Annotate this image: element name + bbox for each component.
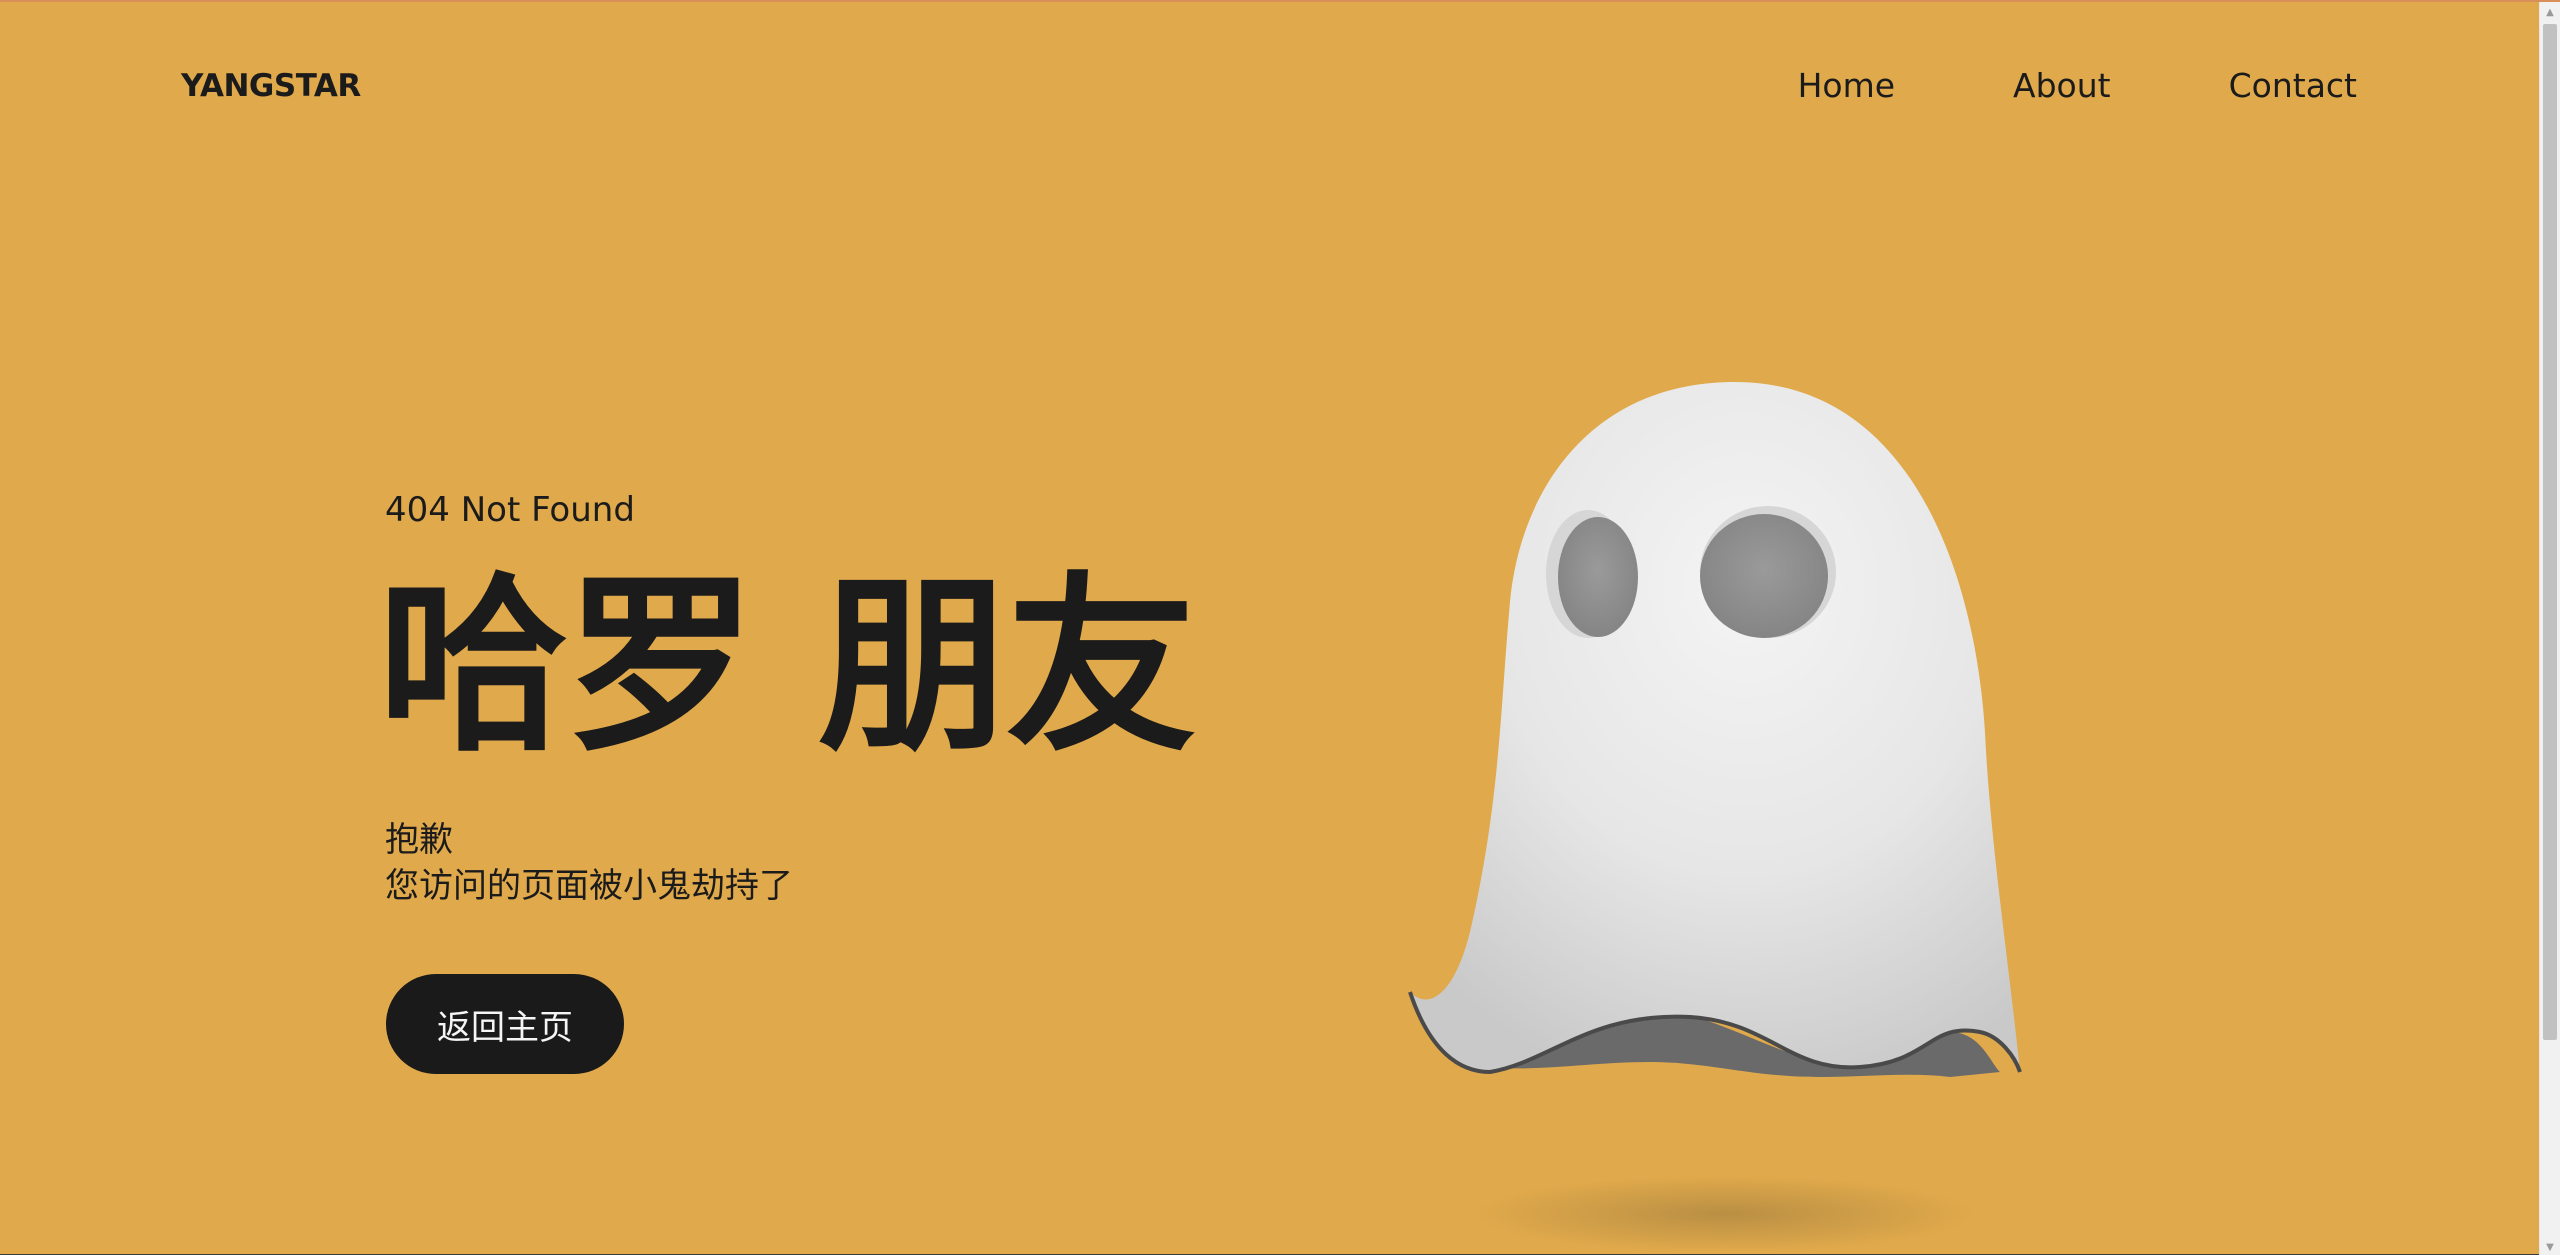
back-home-button[interactable]: 返回主页 — [386, 974, 624, 1074]
scroll-down-arrow-icon[interactable]: ▼ — [2540, 1237, 2560, 1255]
error-code-subtitle: 404 Not Found — [385, 490, 635, 530]
scrollbar-thumb[interactable] — [2543, 24, 2557, 1040]
page-headline: 哈罗 朋友 — [378, 556, 1196, 777]
nav-contact[interactable]: Contact — [2229, 66, 2357, 105]
page: YANGSTAR Home About Contact 404 Not Foun… — [0, 2, 2540, 1255]
top-nav: Home About Contact — [1680, 66, 2357, 105]
vertical-scrollbar[interactable]: ▲ ▼ — [2539, 2, 2560, 1255]
nav-home[interactable]: Home — [1798, 66, 1895, 105]
error-message: 抱歉 您访问的页面被小鬼劫持了 — [385, 817, 793, 909]
nav-about[interactable]: About — [2013, 66, 2111, 105]
scroll-up-arrow-icon[interactable]: ▲ — [2540, 2, 2560, 22]
ghost-illustration — [1390, 372, 2070, 1252]
message-line-1: 抱歉 — [385, 820, 453, 860]
message-line-2: 您访问的页面被小鬼劫持了 — [385, 866, 793, 906]
brand-logo[interactable]: YANGSTAR — [181, 68, 361, 104]
